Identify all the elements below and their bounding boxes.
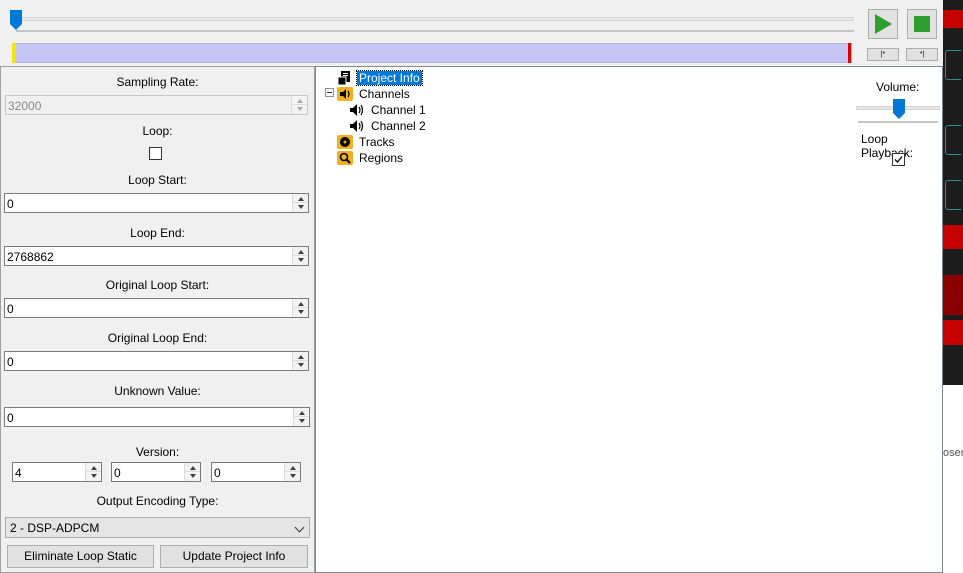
channels-speaker-icon bbox=[337, 86, 353, 102]
project-info-icon bbox=[337, 70, 353, 86]
stop-button[interactable] bbox=[907, 9, 937, 39]
set-loop-start-button[interactable]: |* bbox=[867, 48, 899, 61]
strip-tab bbox=[945, 50, 961, 80]
tree-node-channel-1[interactable]: Channel 1 bbox=[349, 102, 428, 118]
background-window-strip bbox=[943, 0, 963, 385]
sampling-rate-spinner bbox=[291, 96, 307, 114]
strip-red-block bbox=[943, 10, 963, 28]
unknown-value-input[interactable]: 0 bbox=[4, 407, 310, 427]
loop-start-value: 0 bbox=[7, 197, 14, 211]
original-loop-start-spinner[interactable] bbox=[292, 299, 308, 317]
original-loop-start-label: Original Loop Start: bbox=[105, 278, 210, 292]
sampling-rate-value: 32000 bbox=[8, 99, 42, 113]
tree-node-channel-2[interactable]: Channel 2 bbox=[349, 118, 428, 134]
version-major-spinner[interactable] bbox=[85, 463, 101, 481]
tree-node-label: Project Info bbox=[356, 70, 423, 86]
original-loop-end-spinner[interactable] bbox=[292, 352, 308, 370]
loop-end-value: 2768862 bbox=[7, 250, 54, 264]
regions-magnifier-icon bbox=[337, 150, 353, 166]
loop-playback-checkbox[interactable] bbox=[892, 153, 905, 166]
tree-node-label: Channels bbox=[359, 87, 410, 101]
loop-label: Loop: bbox=[142, 124, 173, 138]
loop-end-input[interactable]: 2768862 bbox=[4, 246, 309, 266]
checkmark-icon bbox=[894, 156, 903, 163]
project-tree-panel: Project Info Channels Channel 1 Channel … bbox=[315, 66, 943, 573]
background-window-text: oser bbox=[943, 447, 963, 459]
original-loop-start-value: 0 bbox=[7, 302, 14, 316]
original-loop-end-value: 0 bbox=[7, 355, 14, 369]
volume-slider-thumb[interactable] bbox=[893, 99, 905, 119]
tree-node-tracks[interactable]: Tracks bbox=[337, 134, 397, 150]
version-minor-input[interactable]: 0 bbox=[111, 462, 201, 482]
play-button[interactable] bbox=[868, 9, 898, 39]
project-properties-panel: Sampling Rate: 32000 Loop: Loop Start: 0… bbox=[0, 66, 315, 573]
output-encoding-select[interactable]: 2 - DSP-ADPCM bbox=[5, 517, 310, 538]
loop-start-spinner[interactable] bbox=[292, 194, 308, 212]
chevron-down-icon bbox=[294, 522, 305, 533]
volume-slider-baseline bbox=[858, 121, 938, 123]
original-loop-end-input[interactable]: 0 bbox=[4, 351, 309, 371]
eliminate-loop-static-button[interactable]: Eliminate Loop Static bbox=[7, 545, 154, 568]
seek-slider-thumb[interactable] bbox=[10, 10, 22, 30]
tree-node-label: Tracks bbox=[359, 135, 395, 149]
version-patch-input[interactable]: 0 bbox=[211, 462, 301, 482]
loop-end-marker[interactable] bbox=[848, 43, 851, 63]
seek-slider-track[interactable] bbox=[16, 17, 854, 21]
unknown-value-spinner[interactable] bbox=[293, 408, 309, 426]
loop-start-input[interactable]: 0 bbox=[4, 193, 309, 213]
loop-start-label: Loop Start: bbox=[128, 173, 187, 187]
tree-node-label: Channel 1 bbox=[371, 103, 426, 117]
loop-start-marker[interactable] bbox=[12, 43, 16, 63]
speaker-icon bbox=[349, 102, 365, 118]
stop-icon bbox=[914, 16, 930, 32]
audio-timeline-bar[interactable] bbox=[12, 43, 852, 63]
version-major-input[interactable]: 4 bbox=[12, 462, 102, 482]
strip-red-block bbox=[943, 320, 963, 345]
version-label: Version: bbox=[135, 445, 180, 459]
seek-slider-baseline bbox=[16, 30, 854, 32]
strip-tab bbox=[945, 180, 961, 210]
tree-collapse-toggle[interactable] bbox=[325, 88, 334, 97]
unknown-value-value: 0 bbox=[7, 411, 14, 425]
version-patch-spinner[interactable] bbox=[284, 463, 300, 481]
strip-red-block bbox=[943, 225, 963, 249]
tree-node-regions[interactable]: Regions bbox=[337, 150, 405, 166]
version-minor-value: 0 bbox=[114, 466, 121, 480]
strip-red-block bbox=[943, 275, 963, 315]
tree-node-channels[interactable]: Channels bbox=[337, 86, 412, 102]
loop-end-spinner[interactable] bbox=[292, 247, 308, 265]
volume-label: Volume: bbox=[876, 80, 920, 94]
original-loop-start-input[interactable]: 0 bbox=[4, 298, 309, 318]
version-major-value: 4 bbox=[15, 466, 22, 480]
original-loop-end-label: Original Loop End: bbox=[107, 331, 208, 345]
loop-checkbox[interactable] bbox=[149, 147, 162, 160]
output-encoding-label: Output Encoding Type: bbox=[96, 494, 219, 508]
version-patch-value: 0 bbox=[214, 466, 221, 480]
output-encoding-value: 2 - DSP-ADPCM bbox=[10, 521, 100, 535]
tree-node-label: Channel 2 bbox=[371, 119, 426, 133]
transport-bar: |* *| bbox=[0, 0, 943, 66]
version-minor-spinner[interactable] bbox=[184, 463, 200, 481]
unknown-value-label: Unknown Value: bbox=[114, 384, 201, 398]
loop-end-label: Loop End: bbox=[130, 226, 185, 240]
tree-node-label: Regions bbox=[359, 151, 404, 165]
update-project-info-button[interactable]: Update Project Info bbox=[160, 545, 308, 568]
sampling-rate-label: Sampling Rate: bbox=[116, 75, 199, 89]
tree-node-project-info[interactable]: Project Info bbox=[337, 70, 423, 86]
strip-tab bbox=[945, 125, 961, 155]
sampling-rate-input: 32000 bbox=[5, 95, 308, 115]
set-loop-end-button[interactable]: *| bbox=[906, 48, 938, 61]
speaker-icon bbox=[349, 118, 365, 134]
tracks-disc-icon bbox=[337, 134, 353, 150]
play-icon bbox=[875, 14, 892, 34]
